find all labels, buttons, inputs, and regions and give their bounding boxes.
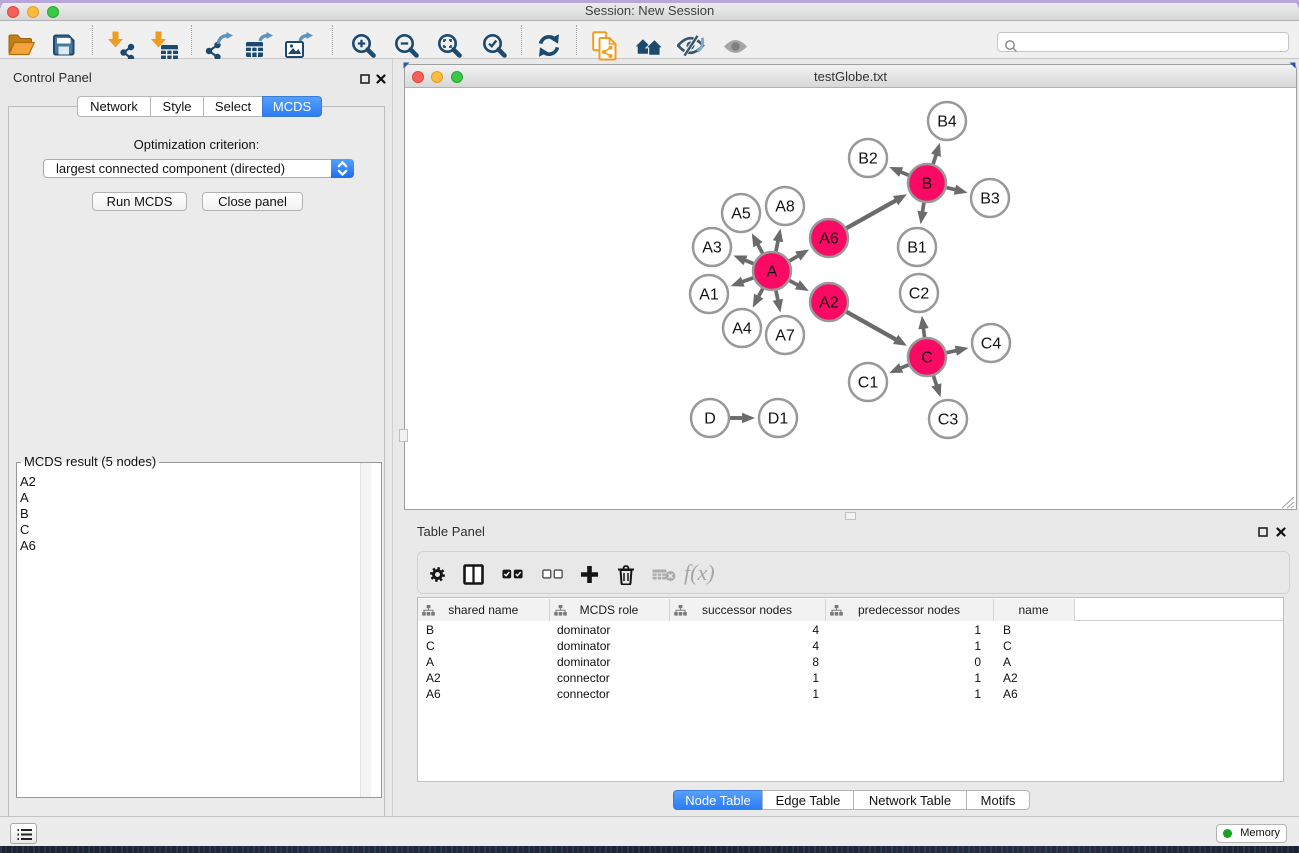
svg-text:B: B xyxy=(922,176,933,193)
svg-text:D1: D1 xyxy=(768,411,789,428)
svg-text:C1: C1 xyxy=(858,375,879,392)
svg-text:C4: C4 xyxy=(981,336,1002,353)
svg-text:C3: C3 xyxy=(938,412,959,429)
svg-text:C: C xyxy=(921,350,933,367)
svg-text:A7: A7 xyxy=(775,328,795,345)
svg-text:A6: A6 xyxy=(819,231,839,248)
svg-text:B3: B3 xyxy=(980,191,1000,208)
svg-text:D: D xyxy=(704,411,716,428)
svg-text:A3: A3 xyxy=(702,240,722,257)
svg-text:B1: B1 xyxy=(907,240,927,257)
svg-text:A2: A2 xyxy=(819,295,839,312)
svg-text:A8: A8 xyxy=(775,199,795,216)
svg-text:A1: A1 xyxy=(699,287,719,304)
svg-text:C2: C2 xyxy=(909,286,930,303)
svg-text:A: A xyxy=(767,264,778,281)
svg-text:A5: A5 xyxy=(731,206,751,223)
svg-text:B2: B2 xyxy=(858,151,878,168)
svg-text:A4: A4 xyxy=(732,321,752,338)
svg-text:B4: B4 xyxy=(937,114,957,131)
